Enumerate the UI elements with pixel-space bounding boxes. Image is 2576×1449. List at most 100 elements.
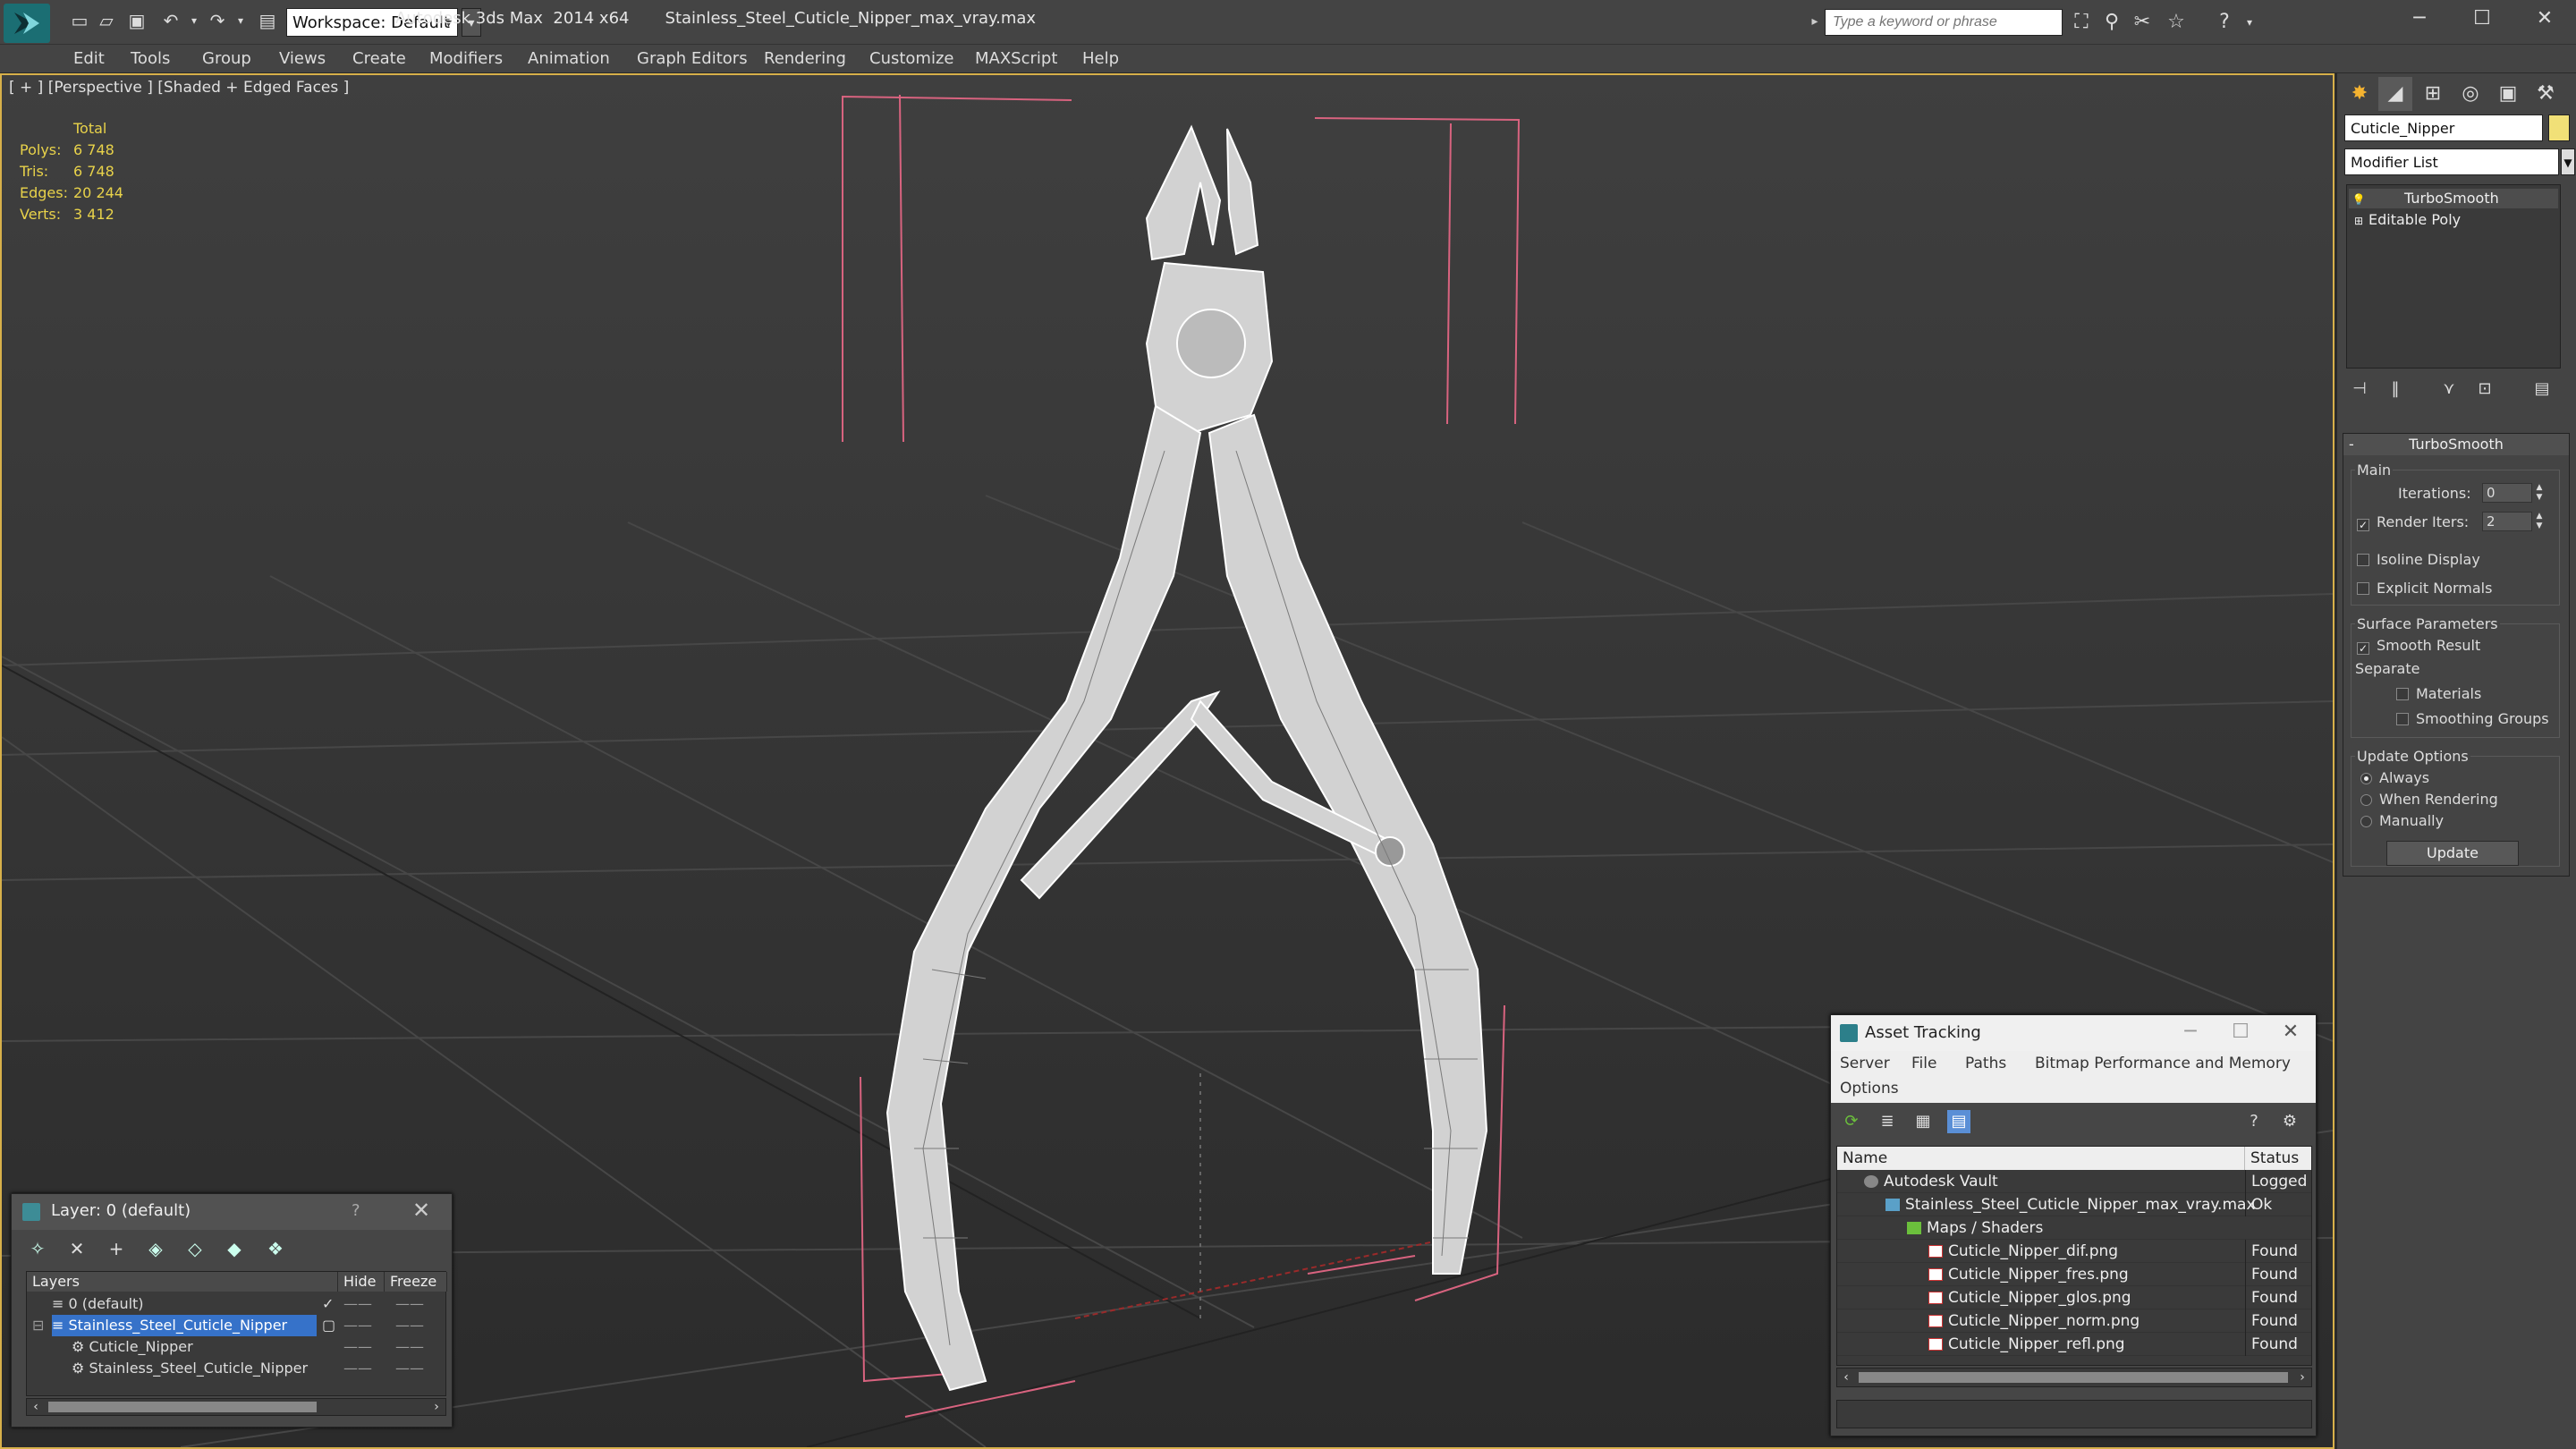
delete-layer-icon[interactable]: ✕ — [64, 1235, 90, 1262]
communication-icon[interactable]: ✂ — [2129, 9, 2156, 36]
configure-sets-icon[interactable]: ▤ — [2529, 376, 2555, 402]
menu-tools[interactable]: Tools — [131, 45, 170, 73]
lightbulb-icon[interactable]: 💡 — [2349, 190, 2368, 209]
asset-path-field[interactable] — [1836, 1400, 2312, 1428]
layer-row[interactable]: ⚙ Cuticle_Nipper —— —— — [27, 1336, 447, 1358]
subscription-icon[interactable]: ⚲ — [2098, 9, 2125, 36]
collapse-minus-icon[interactable]: ⊟ — [32, 1315, 44, 1336]
asset-row[interactable]: Cuticle_Nipper_glos.png Found — [1837, 1286, 2311, 1309]
help-dropdown-icon[interactable]: ▾ — [2236, 9, 2263, 36]
object-name-field[interactable]: Cuticle_Nipper — [2344, 114, 2543, 141]
search-expand-icon[interactable]: ▸ — [1807, 11, 1823, 32]
freeze-toggle[interactable]: —— — [395, 1358, 424, 1379]
asset-row[interactable]: Cuticle_Nipper_norm.png Found — [1837, 1309, 2311, 1333]
scrollbar-thumb[interactable] — [1859, 1372, 2288, 1383]
asset-row[interactable]: Stainless_Steel_Cuticle_Nipper_max_vray.… — [1837, 1193, 2311, 1216]
explicit-normals-checkbox[interactable]: Explicit Normals — [2357, 580, 2492, 597]
new-layer-icon[interactable]: ✧ — [24, 1235, 51, 1262]
maximize-icon[interactable]: ☐ — [2223, 1019, 2258, 1046]
freeze-toggle[interactable]: —— — [395, 1293, 424, 1315]
favorites-star-icon[interactable]: ☆ — [2163, 9, 2190, 36]
scroll-right-icon[interactable]: › — [428, 1399, 445, 1415]
menu-server[interactable]: Server — [1840, 1055, 1890, 1072]
highlight-layer-icon[interactable]: ◇ — [182, 1235, 208, 1262]
freeze-toggle[interactable]: —— — [395, 1315, 424, 1336]
menu-file[interactable]: File — [1911, 1055, 1936, 1072]
asset-row[interactable]: Cuticle_Nipper_refl.png Found — [1837, 1333, 2311, 1356]
asset-row[interactable]: Autodesk Vault Logged — [1837, 1170, 2311, 1193]
settings-icon[interactable]: ⚙ — [2278, 1110, 2301, 1133]
modifier-list-dropdown[interactable]: Modifier List — [2344, 148, 2559, 175]
update-manually-radio[interactable]: Manually — [2360, 812, 2444, 829]
menu-views[interactable]: Views — [279, 45, 326, 73]
scroll-left-icon[interactable]: ‹ — [1837, 1368, 1855, 1386]
menu-bitmap-performance[interactable]: Bitmap Performance and Memory — [2035, 1055, 2291, 1072]
scroll-right-icon[interactable]: › — [2293, 1368, 2311, 1386]
hierarchy-tab-icon[interactable]: ⊞ — [2416, 77, 2450, 111]
help-icon[interactable]: ? — [2211, 9, 2238, 36]
scroll-left-icon[interactable]: ‹ — [27, 1399, 45, 1415]
layer-row[interactable]: ⊟ ≡ Stainless_Steel_Cuticle_Nipper ▢ —— … — [27, 1315, 447, 1336]
column-header-freeze[interactable]: Freeze — [385, 1272, 447, 1292]
menu-edit[interactable]: Edit — [73, 45, 105, 73]
hide-toggle[interactable]: —— — [343, 1315, 372, 1336]
expand-plus-icon[interactable]: ⊞ — [2349, 211, 2368, 231]
menu-paths[interactable]: Paths — [1965, 1055, 2006, 1072]
remove-modifier-icon[interactable]: ⊡ — [2471, 376, 2498, 402]
scrollbar-thumb[interactable] — [48, 1402, 317, 1412]
layer-row[interactable]: ≡ 0 (default) ✓ —— —— — [27, 1293, 447, 1315]
update-always-radio[interactable]: Always — [2360, 769, 2429, 786]
close-icon[interactable]: ✕ — [2513, 0, 2576, 38]
freeze-toggle[interactable]: —— — [395, 1336, 424, 1358]
object-color-swatch[interactable] — [2548, 114, 2570, 141]
update-when-rendering-radio[interactable]: When Rendering — [2360, 791, 2498, 808]
materials-checkbox[interactable]: Materials — [2396, 685, 2481, 702]
display-tab-icon[interactable]: ▣ — [2491, 77, 2525, 111]
binoculars-icon[interactable]: ⛶ — [2068, 9, 2095, 36]
layer-row[interactable]: ⚙ Stainless_Steel_Cuticle_Nipper —— —— — [27, 1358, 447, 1379]
create-tab-icon[interactable]: ✸ — [2343, 77, 2377, 111]
hide-toggle[interactable]: —— — [343, 1358, 372, 1379]
column-header-status[interactable]: Status — [2245, 1147, 2311, 1170]
select-objects-icon[interactable]: ◈ — [142, 1235, 169, 1262]
search-input[interactable] — [1825, 9, 2063, 36]
freeze-all-icon[interactable]: ❖ — [262, 1235, 289, 1262]
list-view-icon[interactable]: ≣ — [1876, 1110, 1899, 1133]
stack-item-turbosmooth[interactable]: 💡 TurboSmooth — [2349, 189, 2558, 208]
asset-window-titlebar[interactable]: Asset Tracking ─ ☐ ✕ — [1831, 1015, 2316, 1051]
spinner-arrows-icon[interactable]: ▲ ▼ — [2534, 512, 2545, 531]
minimize-icon[interactable]: ─ — [2388, 0, 2451, 38]
help-button[interactable]: ? — [352, 1201, 360, 1220]
menu-rendering[interactable]: Rendering — [764, 45, 846, 73]
pin-stack-icon[interactable]: ⊣ — [2346, 376, 2373, 402]
viewport-label-menu[interactable]: [ + ] [Perspective ] [Shaded + Edged Fac… — [9, 79, 349, 97]
maximize-icon[interactable]: ☐ — [2451, 0, 2513, 38]
add-to-layer-icon[interactable]: + — [103, 1235, 130, 1262]
menu-graph-editors[interactable]: Graph Editors — [637, 45, 748, 73]
close-icon[interactable]: ✕ — [412, 1198, 430, 1223]
chevron-down-icon[interactable]: ▼ — [2561, 148, 2575, 175]
menu-animation[interactable]: Animation — [528, 45, 610, 73]
menu-modifiers[interactable]: Modifiers — [429, 45, 503, 73]
menu-options[interactable]: Options — [1840, 1080, 1899, 1097]
stack-item-editable-poly[interactable]: ⊞ Editable Poly — [2349, 210, 2558, 230]
help-icon[interactable]: ? — [2242, 1110, 2266, 1133]
menu-create[interactable]: Create — [352, 45, 406, 73]
refresh-icon[interactable]: ⟳ — [1840, 1110, 1863, 1133]
iterations-spinner[interactable]: 0 — [2482, 483, 2532, 503]
show-end-result-icon[interactable]: ‖ — [2382, 376, 2409, 402]
asset-horizontal-scrollbar[interactable]: ‹ › — [1836, 1368, 2312, 1387]
hide-toggle[interactable]: —— — [343, 1336, 372, 1358]
modify-tab-icon[interactable]: ◢ — [2378, 77, 2412, 111]
layer-window-titlebar[interactable]: Layer: 0 (default) ? ✕ — [12, 1194, 452, 1230]
column-header-name[interactable]: Name — [1837, 1147, 2245, 1170]
smoothing-groups-checkbox[interactable]: Smoothing Groups — [2396, 710, 2549, 727]
close-icon[interactable]: ✕ — [2273, 1019, 2309, 1046]
hide-toggle[interactable]: —— — [343, 1293, 372, 1315]
minimize-icon[interactable]: ─ — [2173, 1019, 2208, 1046]
smooth-result-checkbox[interactable]: ✓ Smooth Result — [2357, 637, 2480, 655]
isoline-display-checkbox[interactable]: Isoline Display — [2357, 551, 2480, 568]
motion-tab-icon[interactable]: ◎ — [2453, 77, 2487, 111]
spinner-arrows-icon[interactable]: ▲ ▼ — [2534, 483, 2545, 503]
menu-group[interactable]: Group — [202, 45, 251, 73]
